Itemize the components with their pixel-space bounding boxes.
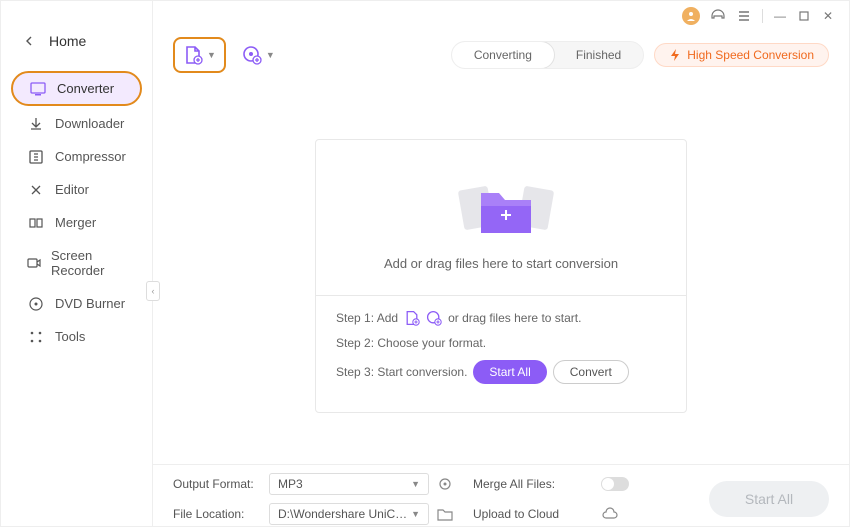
button-label: Start All (489, 365, 530, 379)
lightning-icon (669, 49, 681, 61)
sidebar-item-compressor[interactable]: Compressor (11, 141, 142, 172)
output-format-label: Output Format: (173, 477, 261, 491)
user-icon (686, 11, 696, 21)
folder-open-icon[interactable] (437, 507, 465, 521)
sidebar-item-label: Screen Recorder (51, 248, 126, 278)
converter-icon (29, 82, 47, 96)
button-label: Convert (570, 365, 612, 379)
file-location-select[interactable]: D:\Wondershare UniConverter 1 ▼ (269, 503, 429, 525)
sidebar-item-label: Downloader (55, 116, 124, 131)
divider (762, 9, 763, 23)
home-link[interactable]: Home (1, 25, 152, 57)
tab-converting[interactable]: Converting (451, 41, 555, 69)
tab-group: Converting Finished (451, 41, 644, 69)
sidebar-item-editor[interactable]: Editor (11, 174, 142, 205)
maximize-button[interactable] (797, 9, 811, 23)
chevron-down-icon: ▼ (266, 50, 275, 60)
dropzone[interactable]: Add or drag files here to start conversi… (315, 139, 687, 413)
select-value: MP3 (278, 477, 303, 491)
chevron-left-icon: ‹ (152, 286, 155, 296)
sidebar-item-label: Converter (57, 81, 114, 96)
tab-finished[interactable]: Finished (554, 42, 643, 68)
settings-icon[interactable] (437, 476, 465, 492)
select-value: D:\Wondershare UniConverter 1 (278, 507, 408, 521)
sidebar-item-label: Editor (55, 182, 89, 197)
minimize-button[interactable]: — (773, 9, 787, 23)
content: Add or drag files here to start conversi… (153, 79, 849, 464)
support-icon[interactable] (710, 8, 726, 24)
sidebar-item-converter[interactable]: Converter (11, 71, 142, 106)
high-speed-badge[interactable]: High Speed Conversion (654, 43, 829, 67)
step-text: Step 2: Choose your format. (336, 336, 486, 350)
sidebar-item-downloader[interactable]: Downloader (11, 108, 142, 139)
sidebar-item-merger[interactable]: Merger (11, 207, 142, 238)
sidebar-item-label: Compressor (55, 149, 126, 164)
start-all-button[interactable]: Start All (473, 360, 546, 384)
folder-illustration (451, 168, 551, 238)
upload-label: Upload to Cloud (473, 507, 593, 521)
download-icon (27, 117, 45, 131)
steps: Step 1: Add or drag files here to start.… (316, 295, 686, 412)
convert-button[interactable]: Convert (553, 360, 629, 384)
sidebar-item-tools[interactable]: Tools (11, 321, 142, 352)
step-text: or drag files here to start. (448, 311, 581, 325)
add-file-icon (404, 310, 420, 326)
add-dvd-button[interactable]: ▼ (236, 39, 281, 71)
cloud-icon[interactable] (601, 507, 701, 521)
sidebar-item-label: DVD Burner (55, 296, 125, 311)
add-dvd-icon (242, 45, 262, 65)
avatar[interactable] (682, 7, 700, 25)
file-location-label: File Location: (173, 507, 261, 521)
menu-icon[interactable] (736, 8, 752, 24)
sidebar-item-label: Merger (55, 215, 96, 230)
collapse-handle[interactable]: ‹ (146, 281, 160, 301)
tab-label: Converting (474, 48, 532, 62)
badge-label: High Speed Conversion (687, 48, 814, 62)
step-text: Step 3: Start conversion. (336, 365, 467, 379)
step-3: Step 3: Start conversion. Start All Conv… (336, 360, 666, 384)
back-icon (21, 36, 39, 46)
home-label: Home (49, 33, 86, 49)
merger-icon (27, 216, 45, 230)
dvd-icon (27, 297, 45, 311)
compress-icon (27, 150, 45, 164)
toolbar: ▼ ▼ Converting Finished High Speed Conve… (153, 31, 849, 79)
editor-icon (27, 183, 45, 197)
sidebar-item-screen-recorder[interactable]: Screen Recorder (11, 240, 142, 286)
chevron-down-icon: ▼ (411, 479, 420, 489)
merge-label: Merge All Files: (473, 477, 593, 491)
titlebar: — ✕ (153, 1, 849, 31)
merge-toggle[interactable] (601, 477, 629, 491)
footer: Output Format: MP3 ▼ Merge All Files: St… (153, 464, 849, 526)
close-button[interactable]: ✕ (821, 9, 835, 23)
tab-label: Finished (576, 48, 621, 62)
add-dvd-icon (426, 310, 442, 326)
main: — ✕ ▼ ▼ Converting Finished High Speed C… (153, 1, 849, 526)
sidebar-item-dvd-burner[interactable]: DVD Burner (11, 288, 142, 319)
output-format-select[interactable]: MP3 ▼ (269, 473, 429, 495)
sidebar-item-label: Tools (55, 329, 85, 344)
add-file-icon (183, 45, 203, 65)
add-file-button[interactable]: ▼ (173, 37, 226, 73)
step-1: Step 1: Add or drag files here to start. (336, 310, 666, 326)
chevron-down-icon: ▼ (411, 509, 420, 519)
chevron-down-icon: ▼ (207, 50, 216, 60)
step-2: Step 2: Choose your format. (336, 336, 666, 350)
button-label: Start All (745, 491, 793, 507)
dropzone-title: Add or drag files here to start conversi… (336, 256, 666, 271)
recorder-icon (27, 256, 41, 270)
sidebar: Home Converter Downloader Compressor Edi… (1, 1, 153, 526)
step-text: Step 1: Add (336, 311, 398, 325)
start-all-main-button[interactable]: Start All (709, 481, 829, 517)
tools-icon (27, 330, 45, 344)
dropzone-target[interactable]: Add or drag files here to start conversi… (316, 140, 686, 295)
